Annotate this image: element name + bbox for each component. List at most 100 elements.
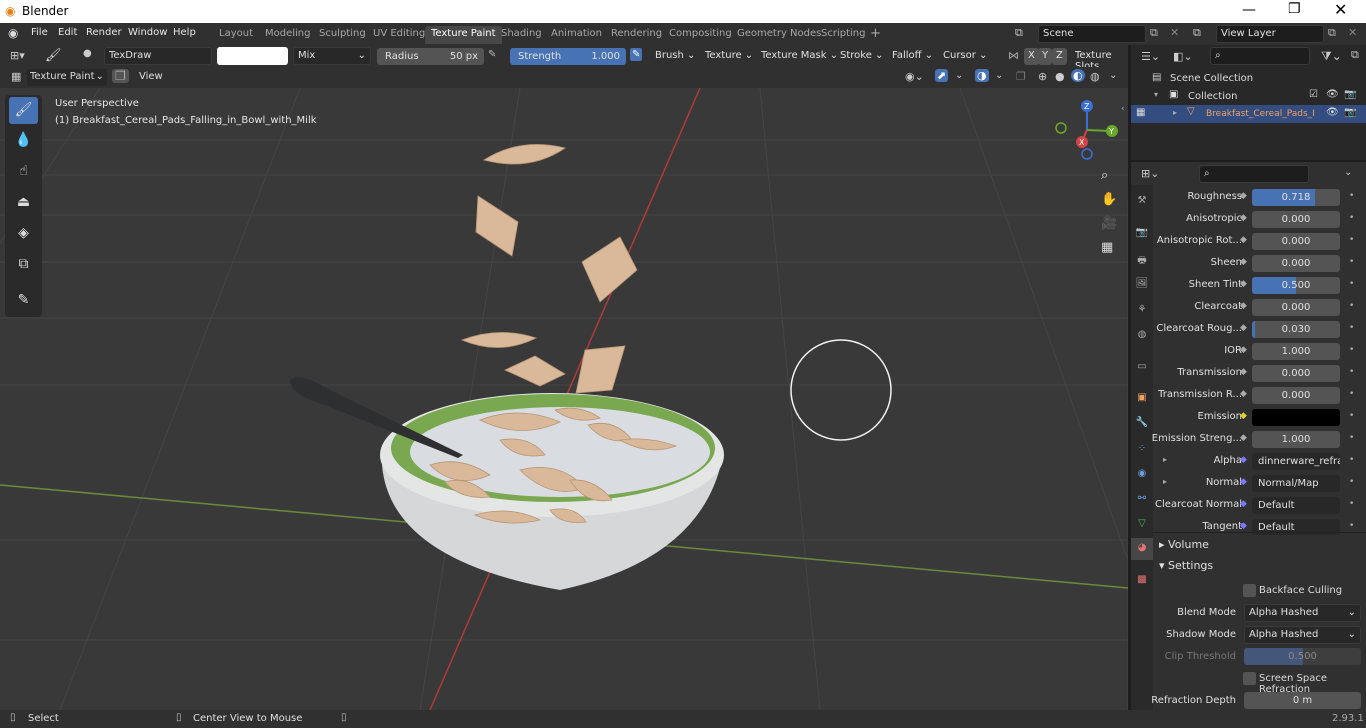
view-menu[interactable]: View bbox=[139, 71, 163, 82]
alpha-keyframe-icon[interactable]: • bbox=[1349, 455, 1354, 465]
tangent-field[interactable]: Default bbox=[1252, 519, 1340, 536]
emission-socket-icon[interactable]: ◆ bbox=[1240, 411, 1247, 421]
sheen-tint-keyframe-icon[interactable]: • bbox=[1349, 279, 1354, 289]
3d-viewport[interactable]: User Perspective (1) Breakfast_Cereal_Pa… bbox=[0, 88, 1128, 710]
overlays-toggle-icon[interactable]: ◑ bbox=[975, 69, 989, 82]
new-scene-icon[interactable]: ⧉ bbox=[1150, 26, 1158, 40]
tab-geometry-nodes[interactable]: Geometry Nodes bbox=[731, 26, 827, 44]
alpha-socket-icon[interactable]: ◆ bbox=[1240, 455, 1247, 465]
clearcoat-field[interactable]: 0.000 bbox=[1252, 299, 1340, 316]
normal-socket-icon[interactable]: ◆ bbox=[1240, 477, 1247, 487]
pan-hand-icon[interactable]: ✋ bbox=[1101, 192, 1117, 207]
tab-modeling[interactable]: Modeling bbox=[259, 26, 317, 44]
brush-tool-icon[interactable]: 🖌 bbox=[45, 48, 62, 63]
collection-visibility-icon[interactable]: 👁 bbox=[1326, 89, 1339, 100]
roughness-field[interactable]: 0.718 bbox=[1252, 189, 1340, 206]
brush-datablock-icon[interactable]: ● bbox=[83, 48, 92, 59]
transmission-keyframe-icon[interactable]: • bbox=[1349, 367, 1354, 377]
gizmo-toggle-icon[interactable]: ⬈ bbox=[935, 69, 949, 82]
xray-icon[interactable]: ❐ bbox=[1016, 70, 1026, 83]
new-view-layer-icon[interactable]: ⧉ bbox=[1328, 26, 1336, 40]
volume-panel-header[interactable]: ▸ Volume bbox=[1153, 535, 1366, 555]
clearcoat-roug-keyframe-icon[interactable]: • bbox=[1349, 323, 1354, 333]
emission-keyframe-icon[interactable]: • bbox=[1349, 411, 1354, 421]
brush-color-swatch[interactable] bbox=[217, 47, 288, 65]
clearcoat-normal-keyframe-icon[interactable]: • bbox=[1349, 499, 1354, 509]
tab-layout[interactable]: Layout bbox=[213, 26, 259, 44]
mask-tool-icon[interactable]: ⧉ bbox=[9, 251, 38, 278]
outliner-editor-icon[interactable]: ☰⌄ bbox=[1141, 50, 1160, 63]
ortho-grid-icon[interactable]: ▦ bbox=[1101, 240, 1113, 255]
anisotropic-rot-keyframe-icon[interactable]: • bbox=[1349, 235, 1354, 245]
anisotropic-rot-field[interactable]: 0.000 bbox=[1252, 233, 1340, 250]
collection-render-icon[interactable]: 📷 bbox=[1344, 89, 1356, 100]
stroke-menu[interactable]: Stroke ⌄ bbox=[840, 50, 883, 61]
blender-menu-icon[interactable]: ◉ bbox=[8, 26, 18, 40]
tab-rendering[interactable]: Rendering bbox=[605, 26, 668, 44]
settings-panel-header[interactable]: ▾ Settings bbox=[1153, 556, 1366, 576]
new-collection-icon[interactable]: ⧉ bbox=[1351, 48, 1359, 62]
add-workspace-icon[interactable]: + bbox=[870, 26, 881, 41]
anisotropic-socket-icon[interactable]: ◆ bbox=[1240, 213, 1247, 223]
tab-shading[interactable]: Shading bbox=[495, 26, 548, 44]
shading-wireframe-icon[interactable]: ⊕ bbox=[1038, 70, 1047, 83]
tangent-keyframe-icon[interactable]: • bbox=[1349, 521, 1354, 531]
shading-rendered-icon[interactable]: ◍ bbox=[1090, 70, 1100, 83]
clearcoat-roug-socket-icon[interactable]: ◆ bbox=[1240, 323, 1247, 333]
menu-window[interactable]: Window bbox=[128, 27, 167, 38]
navigation-gizmo[interactable]: Z Y X bbox=[1050, 96, 1124, 170]
outliner-search[interactable]: ⌕ bbox=[1210, 47, 1310, 65]
remove-scene-icon[interactable]: ✕ bbox=[1170, 26, 1179, 39]
properties-editor-icon[interactable]: ⊞⌄ bbox=[1141, 167, 1159, 180]
roughness-keyframe-icon[interactable]: • bbox=[1349, 191, 1354, 201]
fill-tool-icon[interactable]: ◈ bbox=[9, 220, 38, 247]
emission-streng-socket-icon[interactable]: ◆ bbox=[1240, 433, 1247, 443]
view-layer-icon[interactable]: ⧉ bbox=[1193, 26, 1201, 40]
clearcoat-normal-socket-icon[interactable]: ◆ bbox=[1240, 499, 1247, 509]
shading-dropdown-icon[interactable]: ⌄ bbox=[1109, 70, 1117, 81]
refraction-depth-field[interactable]: 0 m bbox=[1244, 692, 1361, 709]
clearcoat-socket-icon[interactable]: ◆ bbox=[1240, 301, 1247, 311]
shading-solid-icon[interactable]: ● bbox=[1055, 70, 1065, 83]
mirror-z-button[interactable]: Z bbox=[1052, 48, 1067, 65]
transmission-r-keyframe-icon[interactable]: • bbox=[1349, 389, 1354, 399]
mode-dropdown[interactable]: Texture Paint ⌄ bbox=[27, 69, 107, 86]
collection-label[interactable]: Collection bbox=[1188, 91, 1237, 102]
properties-options-icon[interactable]: ⌄ bbox=[1344, 167, 1352, 178]
scene-field[interactable]: Scene bbox=[1038, 25, 1146, 43]
texture-menu[interactable]: Texture ⌄ bbox=[705, 50, 753, 61]
sheen-socket-icon[interactable]: ◆ bbox=[1240, 257, 1247, 267]
brush-name-field[interactable]: TexDraw bbox=[104, 47, 212, 65]
scene-collection-label[interactable]: Scene Collection bbox=[1170, 73, 1253, 84]
emission-streng-field[interactable]: 1.000 bbox=[1252, 431, 1340, 448]
zoom-icon[interactable]: ⌕ bbox=[1101, 168, 1108, 183]
sidebar-toggle-icon[interactable]: ‹ bbox=[1121, 104, 1125, 114]
remove-view-layer-icon[interactable]: ✕ bbox=[1348, 26, 1357, 39]
ior-keyframe-icon[interactable]: • bbox=[1349, 345, 1354, 355]
material-tab-icon[interactable]: ◕ bbox=[1135, 542, 1149, 556]
collection-checkbox-icon[interactable]: ☑ bbox=[1309, 89, 1318, 100]
object-label[interactable]: Breakfast_Cereal_Pads_I bbox=[1206, 109, 1315, 119]
shading-material-icon[interactable]: ◐ bbox=[1071, 69, 1085, 82]
backface-culling-checkbox[interactable] bbox=[1243, 584, 1256, 597]
clone-tool-icon[interactable]: ⏏ bbox=[9, 189, 38, 216]
emission-field[interactable] bbox=[1252, 409, 1340, 426]
filter-icon[interactable]: ⧩⌄ bbox=[1321, 49, 1342, 64]
menu-help[interactable]: Help bbox=[173, 27, 196, 38]
shadow-mode-select[interactable]: Alpha Hashed ⌄ bbox=[1244, 626, 1361, 644]
tab-texture-paint[interactable]: Texture Paint bbox=[425, 26, 502, 44]
camera-view-icon[interactable]: 🎥 bbox=[1101, 216, 1117, 231]
minimize-icon[interactable]: — bbox=[1242, 2, 1256, 18]
clearcoat-keyframe-icon[interactable]: • bbox=[1349, 301, 1354, 311]
display-mode-icon[interactable]: ◧⌄ bbox=[1173, 50, 1193, 63]
tab-uv-editing[interactable]: UV Editing bbox=[367, 26, 431, 44]
menu-render[interactable]: Render bbox=[86, 27, 122, 38]
clearcoat-roug-field[interactable]: 0.030 bbox=[1252, 321, 1340, 338]
mirror-x-button[interactable]: X bbox=[1024, 48, 1039, 65]
visibility-icon[interactable]: ◉⌄ bbox=[905, 70, 924, 83]
properties-search[interactable]: ⌕ bbox=[1199, 165, 1309, 183]
roughness-socket-icon[interactable]: ◆ bbox=[1240, 191, 1247, 201]
anisotropic-field[interactable]: 0.000 bbox=[1252, 211, 1340, 228]
tab-animation[interactable]: Animation bbox=[545, 26, 608, 44]
anisotropic-keyframe-icon[interactable]: • bbox=[1349, 213, 1354, 223]
